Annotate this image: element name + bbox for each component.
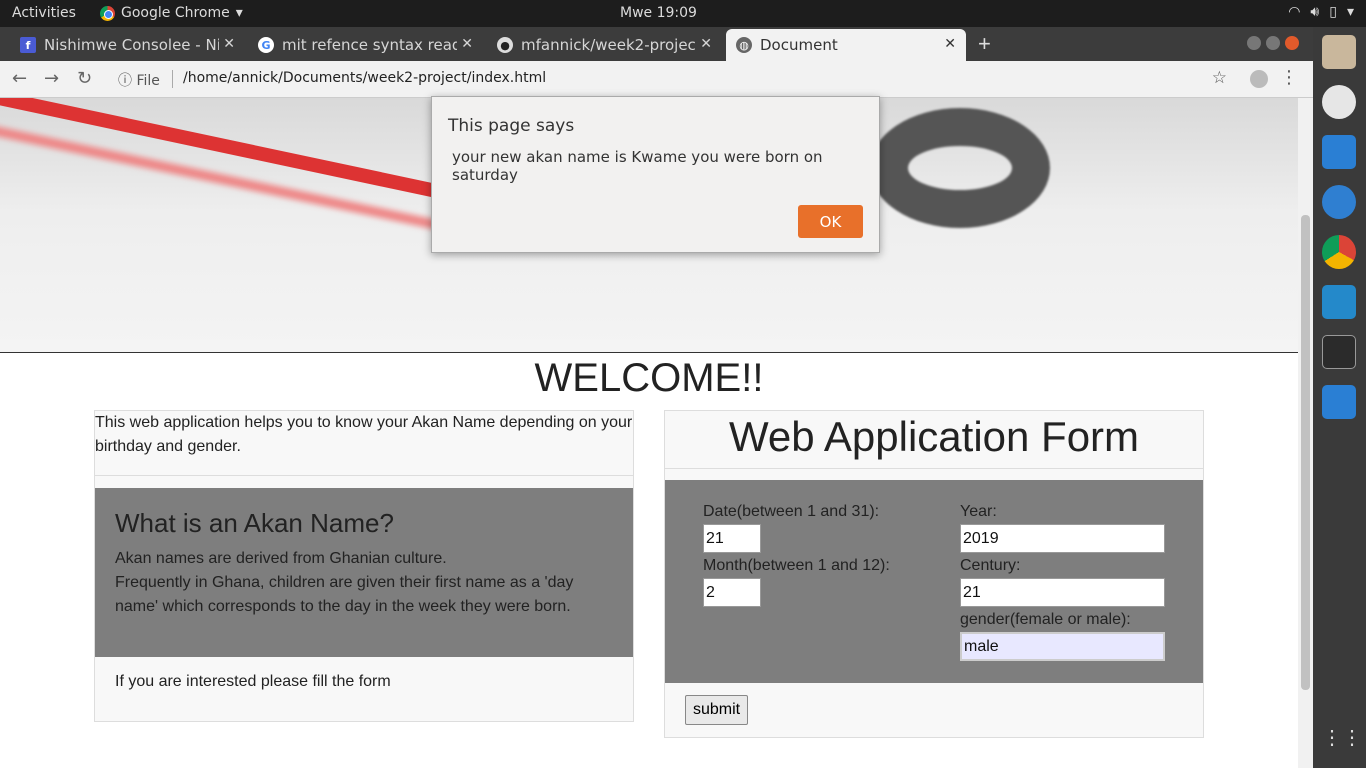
divider — [172, 70, 173, 88]
scrollbar-thumb[interactable] — [1301, 215, 1310, 690]
close-icon[interactable]: ✕ — [944, 36, 956, 52]
close-icon[interactable]: ✕ — [223, 36, 235, 52]
security-label: File — [136, 73, 160, 89]
system-top-bar: Activities Google Chrome ▾ Mwe 19:09 ◠ 🔊… — [0, 0, 1366, 27]
tab-title: mit refence syntax read.m — [282, 36, 457, 54]
system-tray[interactable]: ◠ 🔊︎ ▯ ▾ — [1288, 4, 1354, 20]
reload-icon[interactable]: ↻ — [77, 68, 92, 89]
facebook-icon: f — [20, 37, 36, 53]
alert-dialog: This page says your new akan name is Kwa… — [431, 96, 880, 253]
month-input[interactable] — [703, 578, 761, 607]
tab-title: Nishimwe Consolee - Nish — [44, 36, 219, 54]
century-label: Century: — [960, 557, 1021, 574]
show-apps-icon[interactable]: ⋮⋮ — [1322, 725, 1362, 759]
window-controls — [1247, 36, 1299, 50]
submit-button[interactable]: submit — [685, 695, 748, 725]
ubuntu-dock: ⋮⋮ — [1313, 27, 1366, 768]
profile-avatar[interactable] — [1250, 70, 1268, 88]
site-info[interactable]: ⓘ File — [118, 70, 160, 90]
gender-label: gender(female or male): — [960, 611, 1131, 628]
dialog-message: your new akan name is Kwame you were bor… — [452, 148, 823, 184]
help-icon[interactable] — [1322, 185, 1356, 219]
century-input[interactable] — [960, 578, 1165, 607]
form-fields: Date(between 1 and 31): Month(between 1 … — [665, 480, 1203, 683]
tab-title: Document — [760, 36, 838, 54]
akan-heading: What is an Akan Name? — [115, 508, 394, 538]
akan-text-1: Akan names are derived from Ghanian cult… — [115, 550, 447, 567]
form-title: Web Application Form — [665, 411, 1203, 469]
new-tab-button[interactable]: + — [978, 31, 991, 57]
app-menu[interactable]: Google Chrome ▾ — [100, 5, 243, 21]
wifi-icon: ◠ — [1288, 4, 1301, 20]
page-title: WELCOME!! — [534, 356, 764, 400]
vscode-icon[interactable] — [1322, 285, 1356, 319]
tab-document[interactable]: ◍ Document ✕ — [726, 29, 966, 61]
akan-info-box: What is an Akan Name? Akan names are der… — [95, 488, 633, 657]
application-form: Web Application Form Date(between 1 and … — [664, 410, 1204, 738]
dialog-title: This page says — [448, 116, 575, 136]
terminal-icon[interactable] — [1322, 335, 1356, 369]
volume-icon: 🔊︎ — [1310, 4, 1320, 20]
minimize-button[interactable] — [1247, 36, 1261, 50]
chrome-icon[interactable] — [1322, 235, 1356, 269]
year-input[interactable] — [960, 524, 1165, 553]
back-icon[interactable]: ← — [12, 68, 27, 89]
gender-input[interactable] — [960, 632, 1165, 661]
battery-icon: ▯ — [1329, 4, 1337, 20]
intro-text: This web application helps you to know y… — [95, 411, 633, 476]
rhythmbox-icon[interactable] — [1322, 85, 1356, 119]
libreoffice-icon[interactable] — [1322, 135, 1356, 169]
chrome-icon — [100, 5, 115, 21]
forward-icon[interactable]: → — [44, 68, 59, 89]
akan-text-2: Frequently in Ghana, children are given … — [115, 574, 574, 615]
toolbar: ← → ↻ ⓘ File /home/annick/Documents/week… — [0, 61, 1313, 98]
chevron-down-icon: ▾ — [1346, 4, 1354, 20]
tab-strip: f Nishimwe Consolee - Nish ✕ G mit refen… — [0, 27, 1313, 61]
maximize-button[interactable] — [1266, 36, 1280, 50]
date-input[interactable] — [703, 524, 761, 553]
tab-google[interactable]: G mit refence syntax read.m ✕ — [248, 29, 483, 61]
star-icon[interactable]: ☆ — [1212, 68, 1227, 88]
files-icon[interactable] — [1322, 35, 1356, 69]
app-menu-label: Google Chrome — [121, 5, 230, 21]
date-label: Date(between 1 and 31): — [703, 503, 880, 520]
ok-button[interactable]: OK — [798, 205, 863, 238]
scrollbar[interactable] — [1298, 98, 1313, 768]
interested-text: If you are interested please fill the fo… — [115, 673, 391, 690]
info-icon: ⓘ — [118, 73, 132, 89]
close-icon[interactable]: ✕ — [461, 36, 473, 52]
tab-title: mfannick/week2-project — [521, 36, 696, 54]
close-window-button[interactable] — [1285, 36, 1299, 50]
year-label: Year: — [960, 503, 997, 520]
globe-icon: ◍ — [736, 37, 752, 53]
close-icon[interactable]: ✕ — [700, 36, 712, 52]
address-bar[interactable]: /home/annick/Documents/week2-project/ind… — [183, 70, 546, 86]
tab-facebook[interactable]: f Nishimwe Consolee - Nish ✕ — [10, 29, 245, 61]
github-icon: ● — [497, 37, 513, 53]
app-icon[interactable] — [1322, 385, 1356, 419]
activities-button[interactable]: Activities — [12, 5, 76, 21]
month-label: Month(between 1 and 12): — [703, 557, 890, 574]
menu-icon[interactable]: ⋮ — [1280, 67, 1298, 88]
google-icon: G — [258, 37, 274, 53]
info-panel: This web application helps you to know y… — [94, 410, 634, 722]
clock[interactable]: Mwe 19:09 — [620, 5, 697, 21]
tab-github[interactable]: ● mfannick/week2-project ✕ — [487, 29, 722, 61]
chevron-down-icon: ▾ — [235, 5, 243, 21]
